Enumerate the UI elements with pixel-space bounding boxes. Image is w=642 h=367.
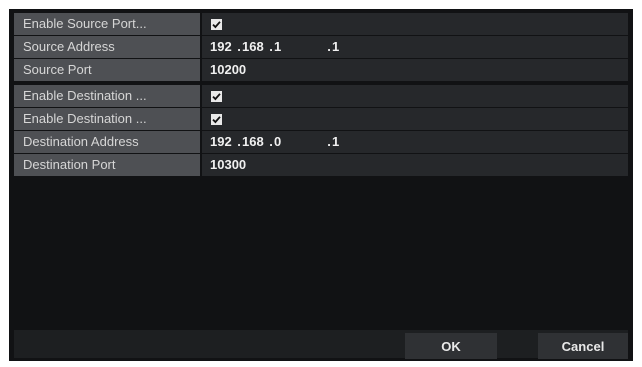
enable-destination-2-checkbox[interactable]: [211, 113, 222, 125]
source-address-field[interactable]: 192 . 168 . 1 . 1: [202, 36, 628, 58]
source-address-octet-4[interactable]: 1: [332, 36, 358, 58]
enable-source-port-label: Enable Source Port...: [14, 13, 202, 35]
enable-destination-1-value: [202, 85, 628, 107]
source-address-octet-3[interactable]: 1: [274, 36, 300, 58]
row-source-address: Source Address 192 . 168 . 1 . 1: [14, 36, 628, 58]
destination-address-label: Destination Address: [14, 131, 202, 153]
row-destination-address: Destination Address 192 . 168 . 0 . 1: [14, 131, 628, 153]
row-enable-destination-2: Enable Destination ...: [14, 108, 628, 130]
source-port-label: Source Port: [14, 59, 202, 81]
checkmark-icon: [212, 115, 221, 123]
source-address-octet-1[interactable]: 192: [210, 36, 236, 58]
destination-port-field[interactable]: 10300: [202, 154, 628, 176]
checkmark-icon: [212, 20, 221, 28]
source-port-field[interactable]: 10200: [202, 59, 628, 81]
source-address-octet-2[interactable]: 168: [242, 36, 268, 58]
enable-source-port-value: [202, 13, 628, 35]
destination-address-octet-3[interactable]: 0: [274, 131, 300, 153]
destination-address-field[interactable]: 192 . 168 . 0 . 1: [202, 131, 628, 153]
destination-port-label: Destination Port: [14, 154, 202, 176]
enable-destination-2-label: Enable Destination ...: [14, 108, 202, 130]
source-address-ip: 192 . 168 . 1 . 1: [210, 36, 358, 58]
ok-button[interactable]: OK: [405, 333, 497, 359]
enable-destination-1-label: Enable Destination ...: [14, 85, 202, 107]
settings-form: Enable Source Port... Source Address 192…: [14, 13, 628, 177]
settings-dialog: Enable Source Port... Source Address 192…: [9, 9, 633, 361]
checkmark-icon: [212, 92, 221, 100]
row-source-port: Source Port 10200: [14, 59, 628, 81]
destination-address-octet-2[interactable]: 168: [242, 131, 268, 153]
destination-address-ip: 192 . 168 . 0 . 1: [210, 131, 358, 153]
enable-destination-2-value: [202, 108, 628, 130]
destination-address-octet-4[interactable]: 1: [332, 131, 358, 153]
cancel-button[interactable]: Cancel: [538, 333, 628, 359]
row-enable-source-port: Enable Source Port...: [14, 13, 628, 35]
row-destination-port: Destination Port 10300: [14, 154, 628, 176]
destination-address-octet-1[interactable]: 192: [210, 131, 236, 153]
enable-destination-1-checkbox[interactable]: [211, 90, 222, 102]
row-enable-destination-1: Enable Destination ...: [14, 85, 628, 107]
source-address-label: Source Address: [14, 36, 202, 58]
dialog-footer: OK Cancel: [14, 330, 628, 359]
enable-source-port-checkbox[interactable]: [211, 18, 222, 30]
